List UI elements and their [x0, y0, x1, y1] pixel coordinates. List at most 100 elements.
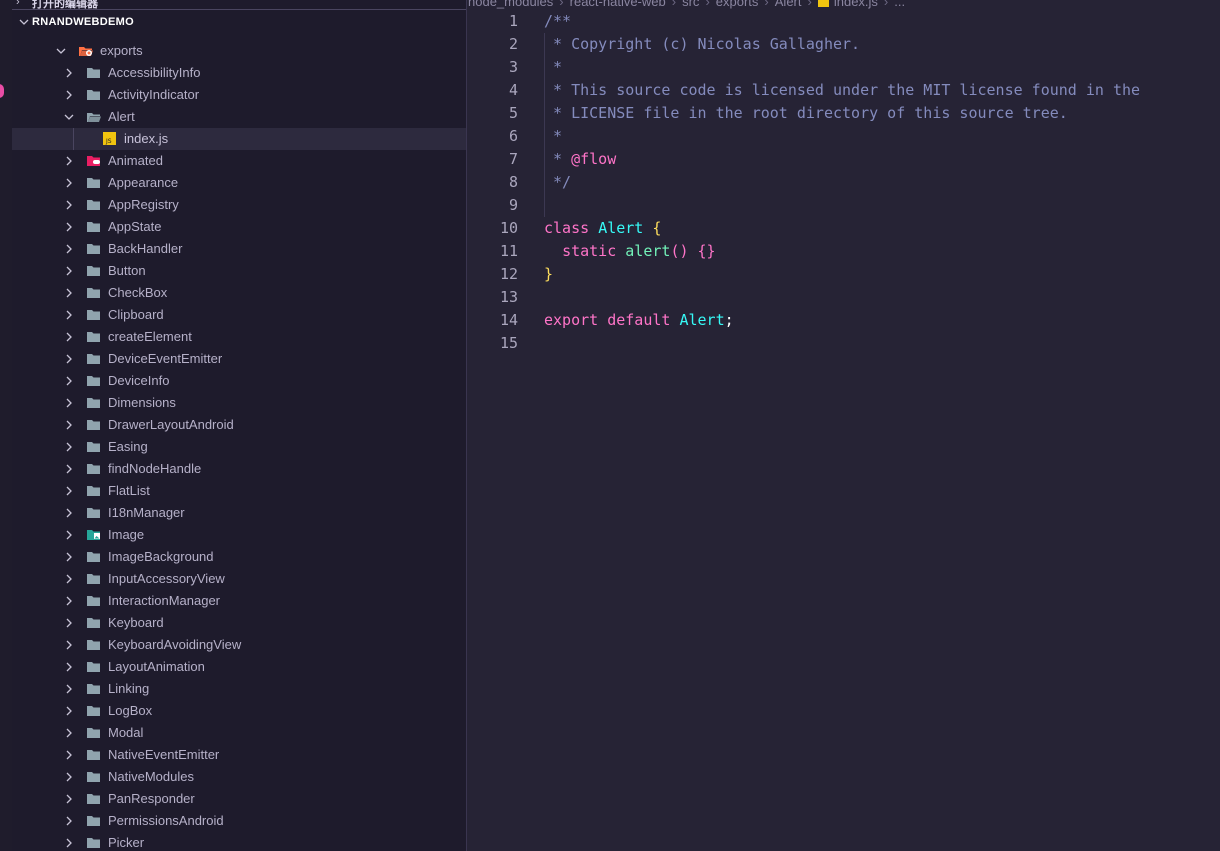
tree-item[interactable]: PanResponder	[12, 788, 466, 810]
code-line[interactable]: 12}	[468, 263, 1220, 286]
chevron-right-icon	[66, 310, 72, 320]
code-token: class	[544, 219, 590, 237]
folder-icon	[87, 222, 100, 232]
breadcrumb-separator: ›	[764, 0, 769, 9]
code-line[interactable]: 3 *	[468, 56, 1220, 79]
chevron-right-icon	[66, 156, 72, 166]
breadcrumb-item[interactable]: react-native-web	[570, 0, 666, 9]
tree-item[interactable]: KeyboardAvoidingView	[12, 634, 466, 656]
breadcrumb-item[interactable]: index.js	[834, 0, 878, 9]
chevron-right-icon	[66, 618, 72, 628]
code-line[interactable]: 15	[468, 332, 1220, 355]
tree-item-label: Appearance	[108, 175, 179, 190]
tree-item[interactable]: exports	[12, 40, 466, 62]
tree-item[interactable]: Clipboard	[12, 304, 466, 326]
open-editors-header[interactable]: › 打开的编辑器	[12, 0, 466, 10]
chevron-right-icon: ›	[16, 0, 20, 8]
tree-item[interactable]: Button	[12, 260, 466, 282]
code-line[interactable]: 7 * @flow	[468, 148, 1220, 171]
code-line[interactable]: 8 */	[468, 171, 1220, 194]
tree-item[interactable]: createElement	[12, 326, 466, 348]
chevron-right-icon	[66, 508, 72, 518]
tree-item[interactable]: I18nManager	[12, 502, 466, 524]
tree-item-label: Easing	[108, 439, 148, 454]
tree-item-label: BackHandler	[108, 241, 183, 256]
tree-item[interactable]: DeviceEventEmitter	[12, 348, 466, 370]
code-token: /**	[544, 12, 572, 30]
chevron-right-icon	[66, 838, 72, 848]
code-line[interactable]: 14 export default Alert;	[468, 309, 1220, 332]
tree-item[interactable]: AppRegistry	[12, 194, 466, 216]
code-line[interactable]: 6 *	[468, 125, 1220, 148]
tree-item-label: index.js	[124, 131, 169, 146]
breadcrumb-item[interactable]: ...	[894, 0, 905, 9]
chevron-right-icon	[66, 684, 72, 694]
tree-item[interactable]: JS index.js	[12, 128, 466, 150]
code-token: @flow	[571, 150, 617, 168]
tree-item[interactable]: LayoutAnimation	[12, 656, 466, 678]
chevron-right-icon	[66, 398, 72, 408]
tree-item[interactable]: findNodeHandle	[12, 458, 466, 480]
code-line[interactable]: 9	[468, 194, 1220, 217]
activity-bar	[0, 0, 12, 851]
tree-item[interactable]: NativeEventEmitter	[12, 744, 466, 766]
tree-item[interactable]: Picker	[12, 832, 466, 851]
line-number: 12	[499, 265, 518, 283]
tree-item[interactable]: ActivityIndicator	[12, 84, 466, 106]
breadcrumb-item[interactable]: node_modules	[468, 0, 553, 9]
tree-item[interactable]: PermissionsAndroid	[12, 810, 466, 832]
chevron-right-icon	[66, 244, 72, 254]
tree-item[interactable]: InteractionManager	[12, 590, 466, 612]
tree-item[interactable]: FlatList	[12, 480, 466, 502]
svg-text:JS: JS	[105, 138, 112, 145]
tree-item-label: AppRegistry	[108, 197, 179, 212]
code-line[interactable]: 13	[468, 286, 1220, 309]
tree-item[interactable]: Image	[12, 524, 466, 546]
tree-item[interactable]: Modal	[12, 722, 466, 744]
line-number: 14	[499, 311, 518, 329]
code-token: *	[544, 58, 563, 76]
tree-item[interactable]: Easing	[12, 436, 466, 458]
code-editor[interactable]: 1 /** 2 * Copyright (c) Nicolas Gallagher.…	[468, 10, 1220, 851]
tree-item[interactable]: AppState	[12, 216, 466, 238]
tree-item[interactable]: BackHandler	[12, 238, 466, 260]
tree-item-label: findNodeHandle	[108, 461, 202, 476]
chevron-right-icon	[66, 376, 72, 386]
code-line[interactable]: 11 static alert() {}	[468, 240, 1220, 263]
tree-item[interactable]: AccessibilityInfo	[12, 62, 466, 84]
tree-item[interactable]: InputAccessoryView	[12, 568, 466, 590]
tree-item[interactable]: Appearance	[12, 172, 466, 194]
breadcrumb-item[interactable]: exports	[716, 0, 759, 9]
line-number: 10	[499, 219, 518, 237]
tree-item[interactable]: Animated	[12, 150, 466, 172]
tree-item[interactable]: DeviceInfo	[12, 370, 466, 392]
workspace-section-header[interactable]: RNANDWEBDEMO	[12, 12, 466, 34]
chevron-right-icon	[66, 200, 72, 210]
tree-item-label: Dimensions	[108, 395, 176, 410]
folder-icon	[87, 442, 100, 452]
tree-item[interactable]: ImageBackground	[12, 546, 466, 568]
open-editors-title: 打开的编辑器	[32, 0, 98, 10]
code-line[interactable]: 2 * Copyright (c) Nicolas Gallagher.	[468, 33, 1220, 56]
breadcrumb-item[interactable]: src	[682, 0, 699, 9]
folder-icon	[87, 838, 100, 848]
code-line[interactable]: 10 class Alert {	[468, 217, 1220, 240]
breadcrumb-item[interactable]: Alert	[775, 0, 802, 9]
tree-item[interactable]: Dimensions	[12, 392, 466, 414]
tree-item[interactable]: NativeModules	[12, 766, 466, 788]
tree-item[interactable]: LogBox	[12, 700, 466, 722]
code-line[interactable]: 1 /**	[468, 10, 1220, 33]
tree-item[interactable]: Keyboard	[12, 612, 466, 634]
tree-item[interactable]: Alert	[12, 106, 466, 128]
code-content: * This source code is licensed under the…	[544, 79, 1140, 102]
tree-item[interactable]: CheckBox	[12, 282, 466, 304]
folder-icon	[87, 596, 100, 606]
code-line[interactable]: 5 * LICENSE file in the root directory o…	[468, 102, 1220, 125]
tree-item[interactable]: DrawerLayoutAndroid	[12, 414, 466, 436]
tree-item[interactable]: Linking	[12, 678, 466, 700]
code-line[interactable]: 4 * This source code is licensed under t…	[468, 79, 1220, 102]
code-token: *	[544, 127, 563, 145]
